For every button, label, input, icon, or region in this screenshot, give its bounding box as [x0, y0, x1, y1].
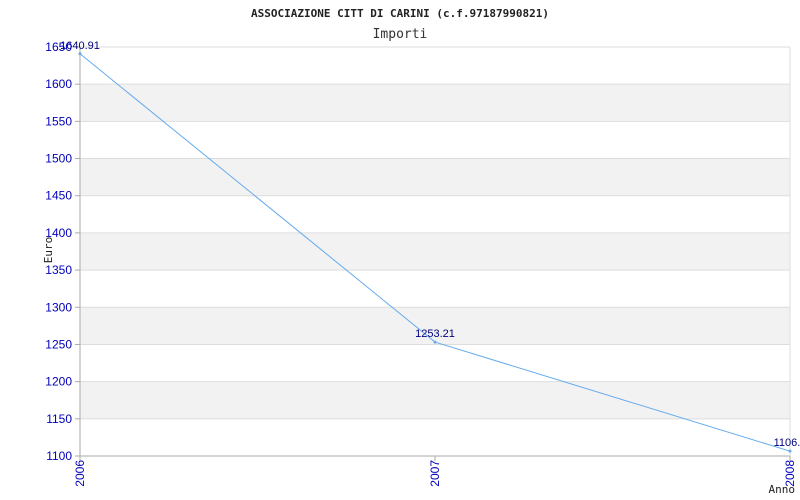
y-tick-label: 1550	[45, 114, 72, 128]
data-point	[78, 52, 82, 56]
y-tick-label: 1600	[45, 77, 72, 91]
x-tick-labels: 2006 2007 2008	[73, 460, 797, 487]
x-tick-label: 2006	[73, 460, 87, 487]
background-band	[80, 232, 790, 271]
y-tick-label: 1500	[45, 152, 72, 166]
y-axis-label: Euro	[42, 237, 55, 264]
background-band	[80, 84, 790, 122]
line-chart: 1640.911253.211106.5 1100115012001250130…	[42, 7, 800, 496]
chart-container: 1640.911253.211106.5 1100115012001250130…	[0, 0, 800, 500]
chart-subtitle: Importi	[373, 27, 428, 42]
data-value-label: 1253.21	[415, 328, 455, 340]
y-tick-label: 1100	[46, 449, 72, 463]
data-point	[433, 340, 437, 344]
y-tick-label: 1300	[45, 300, 72, 314]
x-tick-label: 2007	[428, 460, 442, 487]
chart-title: ASSOCIAZIONE CITT DI CARINI (c.f.9718799…	[251, 7, 549, 20]
y-tick-label: 1250	[45, 337, 72, 351]
y-tick-label: 1150	[46, 412, 72, 426]
background-band	[80, 158, 790, 196]
background-bands	[80, 84, 790, 419]
y-tick-label: 1350	[45, 263, 72, 277]
y-tick-label: 1650	[45, 40, 72, 54]
background-band	[80, 381, 790, 419]
y-tick-label: 1200	[45, 375, 72, 389]
x-axis-label: Anno	[769, 483, 796, 496]
data-value-label: 1106.5	[774, 437, 800, 449]
y-tick-label: 1450	[45, 189, 72, 203]
data-point	[788, 449, 792, 453]
